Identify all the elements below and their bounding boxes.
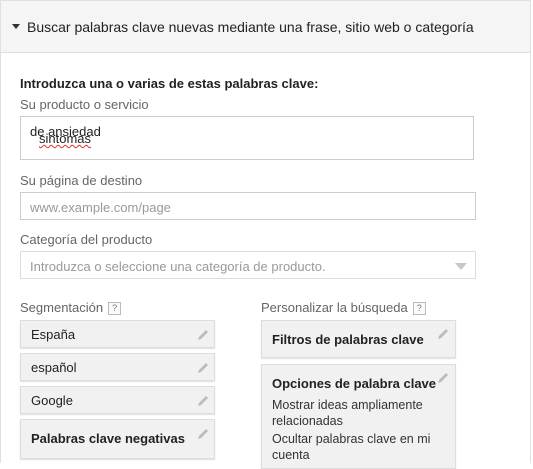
customize-label-text: Personalizar la búsqueda xyxy=(261,300,408,315)
keyword-options[interactable]: Opciones de palabra clave Mostrar ideas … xyxy=(261,364,456,469)
targeting-negative-keywords[interactable]: Palabras clave negativas xyxy=(20,419,215,459)
help-icon[interactable]: ? xyxy=(412,302,426,316)
keyword-options-title: Opciones de palabra clave xyxy=(272,376,437,391)
section-title: Buscar palabras clave nuevas mediante un… xyxy=(27,19,474,35)
targeting-language-label: español xyxy=(31,360,77,375)
targeting-location-label: España xyxy=(31,327,76,342)
keyword-filters[interactable]: Filtros de palabras clave xyxy=(261,320,456,358)
option-hide-account-keywords: Ocultar palabras clave en mi cuenta xyxy=(272,432,431,462)
help-icon[interactable]: ? xyxy=(108,302,122,316)
option-broadly-related: Mostrar ideas ampliamente relacionadas xyxy=(272,398,423,428)
landing-label: Su página de destino xyxy=(20,173,143,188)
category-select[interactable]: Introduzca o seleccione una categoría de… xyxy=(20,251,476,279)
landing-page-input[interactable]: www.example.com/page xyxy=(20,192,476,220)
targeting-location[interactable]: España xyxy=(20,320,215,348)
product-textarea[interactable]: sintomas de ansiedad xyxy=(20,116,474,160)
caret-down-icon xyxy=(12,24,20,29)
product-value: sintomas de ansiedad xyxy=(30,124,101,146)
targeting-label-text: Segmentación xyxy=(20,300,104,315)
targeting-network[interactable]: Google xyxy=(20,386,215,414)
targeting-language[interactable]: español xyxy=(20,353,215,381)
dropdown-arrow-icon[interactable] xyxy=(455,263,467,270)
category-placeholder: Introduzca o seleccione una categoría de… xyxy=(30,259,326,274)
landing-placeholder: www.example.com/page xyxy=(30,200,171,215)
customize-label: Personalizar la búsqueda? xyxy=(261,300,426,316)
targeting-label: Segmentación? xyxy=(20,300,122,316)
pencil-icon[interactable] xyxy=(196,427,210,441)
category-label: Categoría del producto xyxy=(20,232,153,247)
pencil-icon[interactable] xyxy=(196,361,210,375)
pencil-icon[interactable] xyxy=(436,371,450,385)
pencil-icon[interactable] xyxy=(436,327,450,341)
product-label: Su producto o servicio xyxy=(20,97,149,112)
negative-keywords-label: Palabras clave negativas xyxy=(31,431,185,446)
keyword-filters-label: Filtros de palabras clave xyxy=(272,332,424,347)
intro-label: Introduzca una o varias de estas palabra… xyxy=(20,76,319,91)
section-header[interactable]: Buscar palabras clave nuevas mediante un… xyxy=(0,0,531,53)
product-value-misspelled: sintomas xyxy=(39,131,92,146)
pencil-icon[interactable] xyxy=(196,394,210,408)
pencil-icon[interactable] xyxy=(196,328,210,342)
targeting-network-label: Google xyxy=(31,393,73,408)
